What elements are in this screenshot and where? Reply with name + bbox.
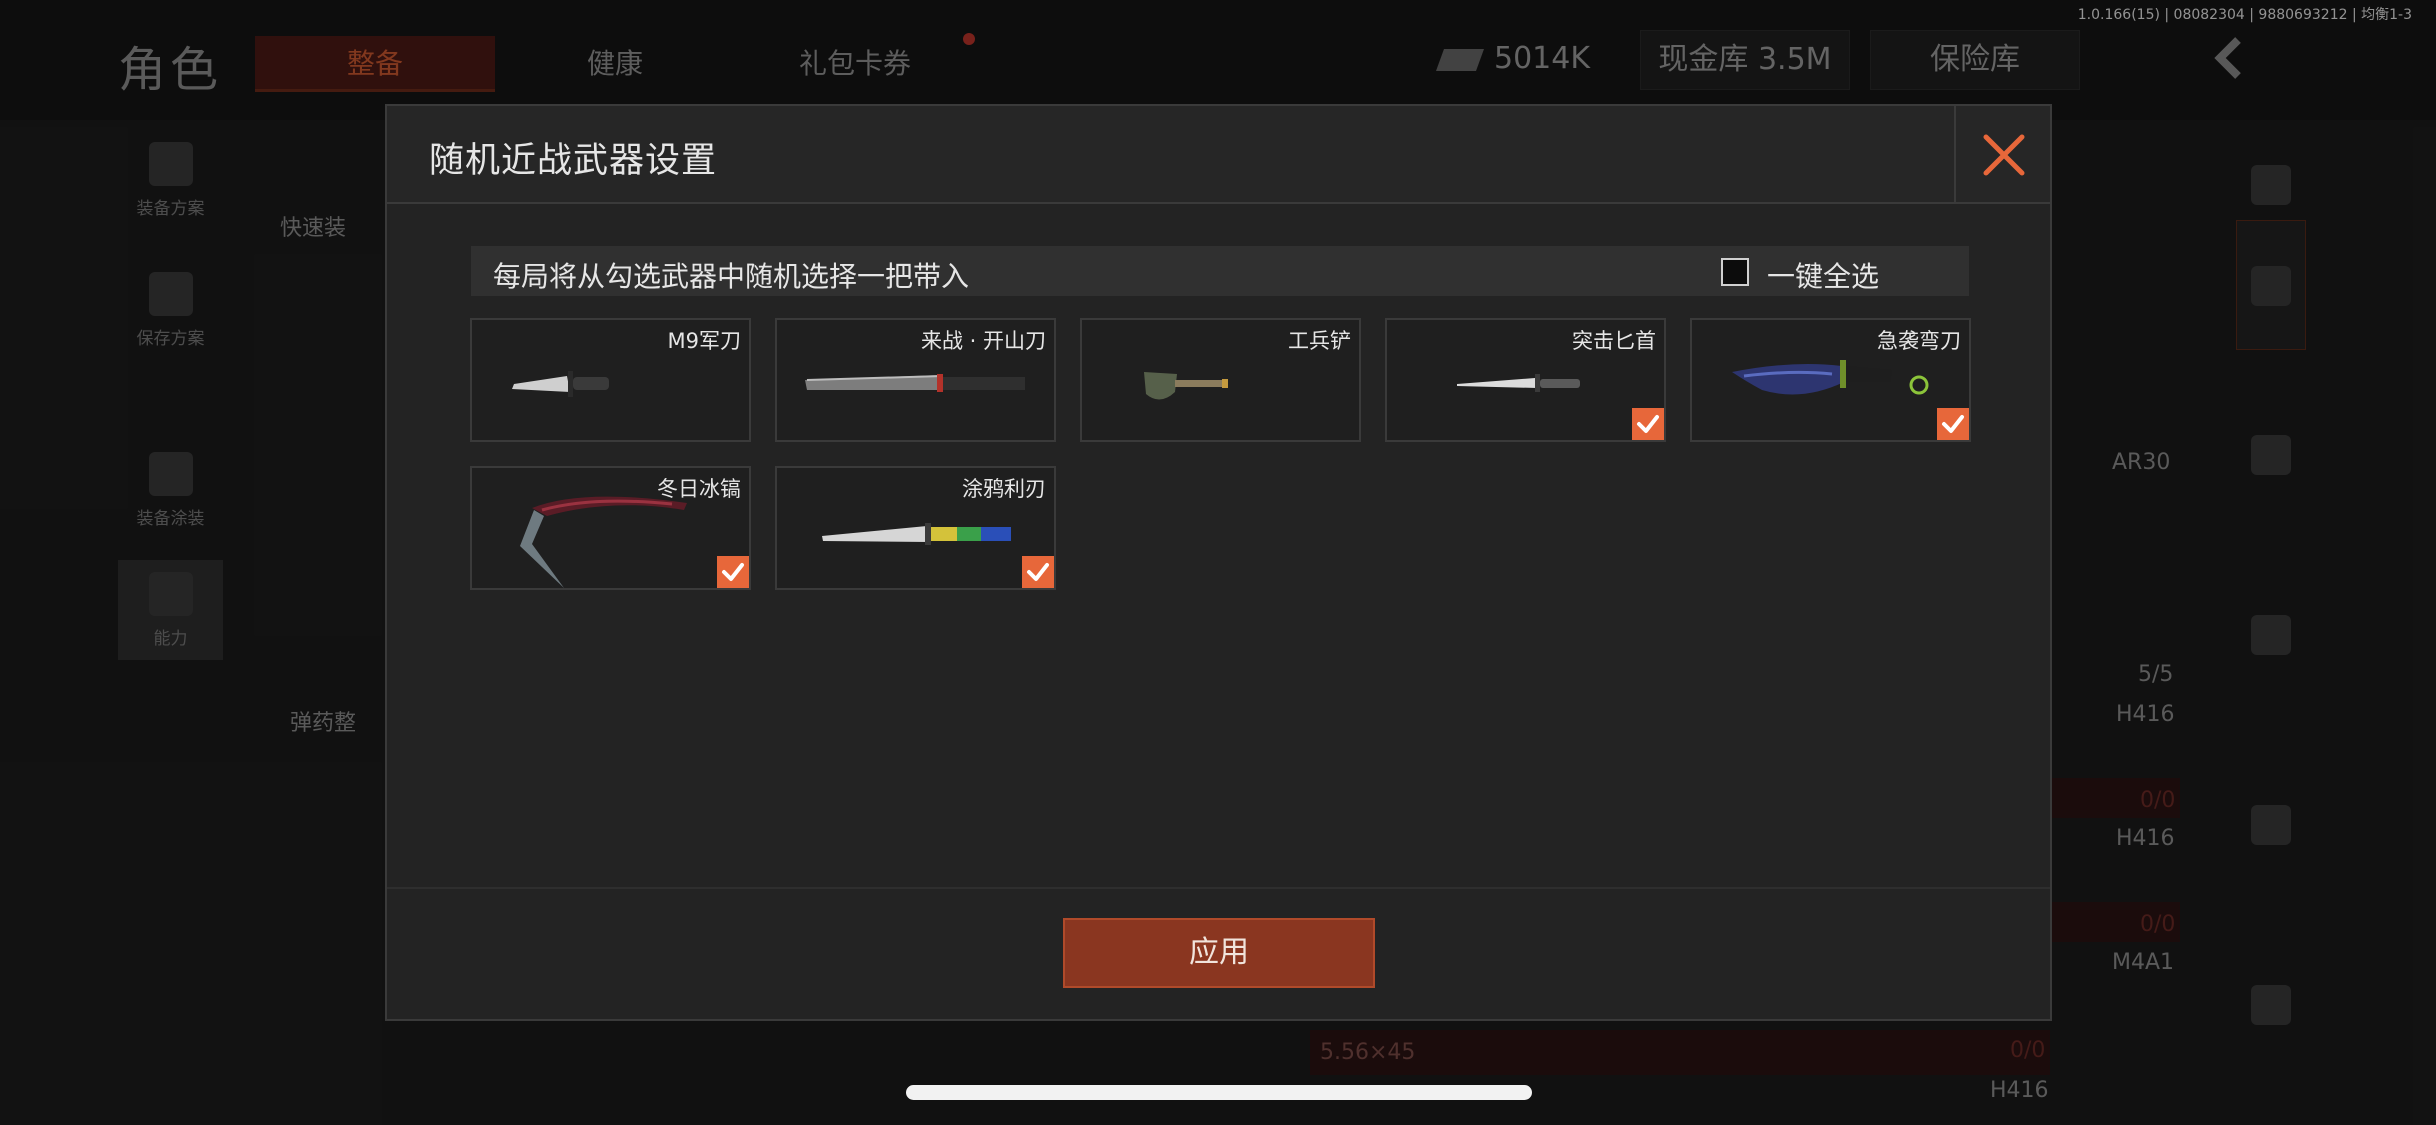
weapon-name: 工兵铲 [1288,329,1351,353]
dialog-header: 随机近战武器设置 [387,106,2050,204]
close-icon [1983,134,2025,176]
selected-check[interactable] [1937,408,1969,440]
weapon-card-assault-dagger[interactable]: 突击匕首 [1385,318,1666,442]
weapon-card-m9[interactable]: M9军刀 [470,318,751,442]
hint-bar: 每局将从勾选武器中随机选择一把带入 一键全选 [471,246,1969,296]
close-button[interactable] [1954,106,2050,204]
weapon-card-machete[interactable]: 来战 · 开山刀 [775,318,1056,442]
random-melee-dialog: 随机近战武器设置 每局将从勾选武器中随机选择一把带入 一键全选 M9军刀 来战 [385,104,2052,1021]
check-icon [1942,415,1964,433]
weapon-name: 突击匕首 [1572,329,1656,353]
footer-divider [387,887,2050,889]
selected-check[interactable] [1632,408,1664,440]
weapon-card-ice-pick[interactable]: 冬日冰镐 [470,466,751,590]
select-all-label: 一键全选 [1767,260,1880,293]
dialog-title: 随机近战武器设置 [429,141,718,181]
weapon-card-karambit[interactable]: 急袭弯刀 [1690,318,1971,442]
hint-text: 每局将从勾选武器中随机选择一把带入 [493,260,970,293]
select-all-checkbox[interactable] [1721,258,1749,286]
home-indicator[interactable] [906,1085,1532,1100]
weapon-name: M9军刀 [667,329,741,353]
weapon-name: 来战 · 开山刀 [920,329,1046,353]
weapon-name: 冬日冰镐 [657,477,741,501]
weapon-card-graffiti-blade[interactable]: 涂鸦利刃 [775,466,1056,590]
weapon-card-shovel[interactable]: 工兵铲 [1080,318,1361,442]
weapon-name: 急袭弯刀 [1877,329,1961,353]
apply-button[interactable]: 应用 [1063,918,1375,988]
selected-check[interactable] [1022,556,1054,588]
check-icon [722,563,744,581]
check-icon [1027,563,1049,581]
selected-check[interactable] [717,556,749,588]
weapon-name: 涂鸦利刃 [962,477,1046,501]
check-icon [1637,415,1659,433]
